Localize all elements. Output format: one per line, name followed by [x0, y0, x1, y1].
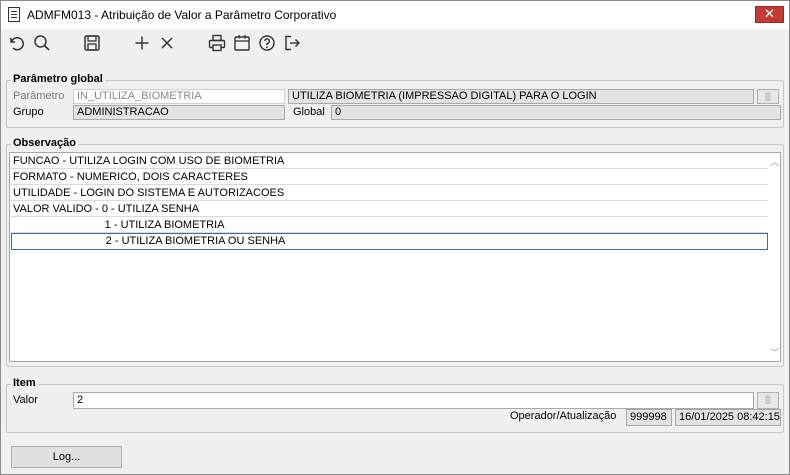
parametro-global-group	[6, 80, 784, 128]
calendar-icon[interactable]	[232, 33, 252, 53]
valor-label: Valor	[13, 394, 38, 406]
observacao-line: 1 - UTILIZA BIOMETRIA	[11, 218, 768, 233]
add-icon[interactable]	[132, 33, 152, 53]
exit-icon[interactable]	[282, 33, 302, 53]
valor-lookup-button[interactable]: ▒	[757, 392, 779, 409]
delete-icon[interactable]	[157, 33, 177, 53]
grupo-field: ADMINISTRACAO	[73, 105, 285, 120]
search-icon[interactable]	[32, 33, 52, 53]
observacao-line-selected: 2 - UTILIZA BIOMETRIA OU SENHA	[11, 233, 768, 250]
parametro-label: Parâmetro	[13, 90, 65, 102]
parametro-lookup-button[interactable]: ▒	[757, 89, 779, 104]
save-icon[interactable]	[82, 33, 102, 53]
parametro-global-title: Parâmetro global	[11, 73, 105, 85]
item-title: Item	[11, 377, 38, 389]
help-icon[interactable]	[257, 33, 277, 53]
app-window: ADMFM013 - Atribuição de Valor a Parâmet…	[0, 0, 790, 475]
observacao-line: FUNCAO - UTILIZA LOGIN COM USO DE BIOMET…	[11, 154, 768, 169]
undo-icon[interactable]	[6, 33, 26, 53]
parametro-field: IN_UTILIZA_BIOMETRIA	[73, 89, 285, 104]
log-button[interactable]: Log...	[11, 446, 122, 468]
grupo-label: Grupo	[13, 106, 44, 118]
valor-input[interactable]: 2	[73, 392, 754, 409]
global-label: Global	[293, 106, 325, 118]
parametro-descricao-field: UTILIZA BIOMETRIA (IMPRESSAO DIGITAL) PA…	[288, 89, 754, 104]
observacao-line: FORMATO - NUMERICO, DOIS CARACTERES	[11, 170, 768, 185]
data-atualizacao-field: 16/01/2025 08:42:15	[675, 409, 781, 426]
toolbar	[1, 29, 789, 59]
observacao-line: VALOR VALIDO - 0 - UTILIZA SENHA	[11, 202, 768, 217]
close-button[interactable]: ✕	[755, 6, 784, 23]
observacao-textarea[interactable]: FUNCAO - UTILIZA LOGIN COM USO DE BIOMET…	[9, 152, 781, 362]
scroll-down-icon[interactable]: ﹀	[770, 346, 779, 359]
observacao-title: Observação	[11, 137, 78, 149]
title-bar: ADMFM013 - Atribuição de Valor a Parâmet…	[1, 1, 789, 29]
operador-field: 999998	[626, 409, 672, 426]
document-icon	[8, 7, 20, 22]
scroll-up-icon[interactable]: ︿	[770, 155, 779, 168]
operador-label: Operador/Atualização	[510, 410, 617, 422]
global-field: 0	[331, 105, 781, 120]
observacao-line: UTILIDADE - LOGIN DO SISTEMA E AUTORIZAC…	[11, 186, 768, 201]
window-title: ADMFM013 - Atribuição de Valor a Parâmet…	[27, 8, 337, 22]
print-icon[interactable]	[207, 33, 227, 53]
